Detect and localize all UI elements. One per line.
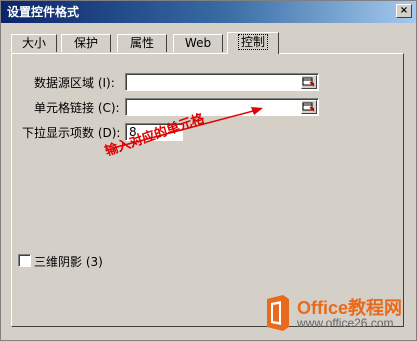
tab-control-label: 控制 — [237, 34, 268, 50]
shading-3d-checkbox[interactable] — [18, 254, 31, 267]
watermark: Office教程网 www.office26.com — [259, 289, 415, 339]
format-control-dialog: 设置控件格式 × 大小 保护 属性 Web 控制 数据源区域 (I): 单元格链… — [0, 0, 417, 341]
watermark-url: www.office26.com — [297, 316, 394, 330]
shading-3d-label: 三维阴影 (3) — [34, 255, 103, 269]
office-logo-icon — [267, 295, 289, 331]
tab-control[interactable]: 控制 — [227, 32, 279, 54]
